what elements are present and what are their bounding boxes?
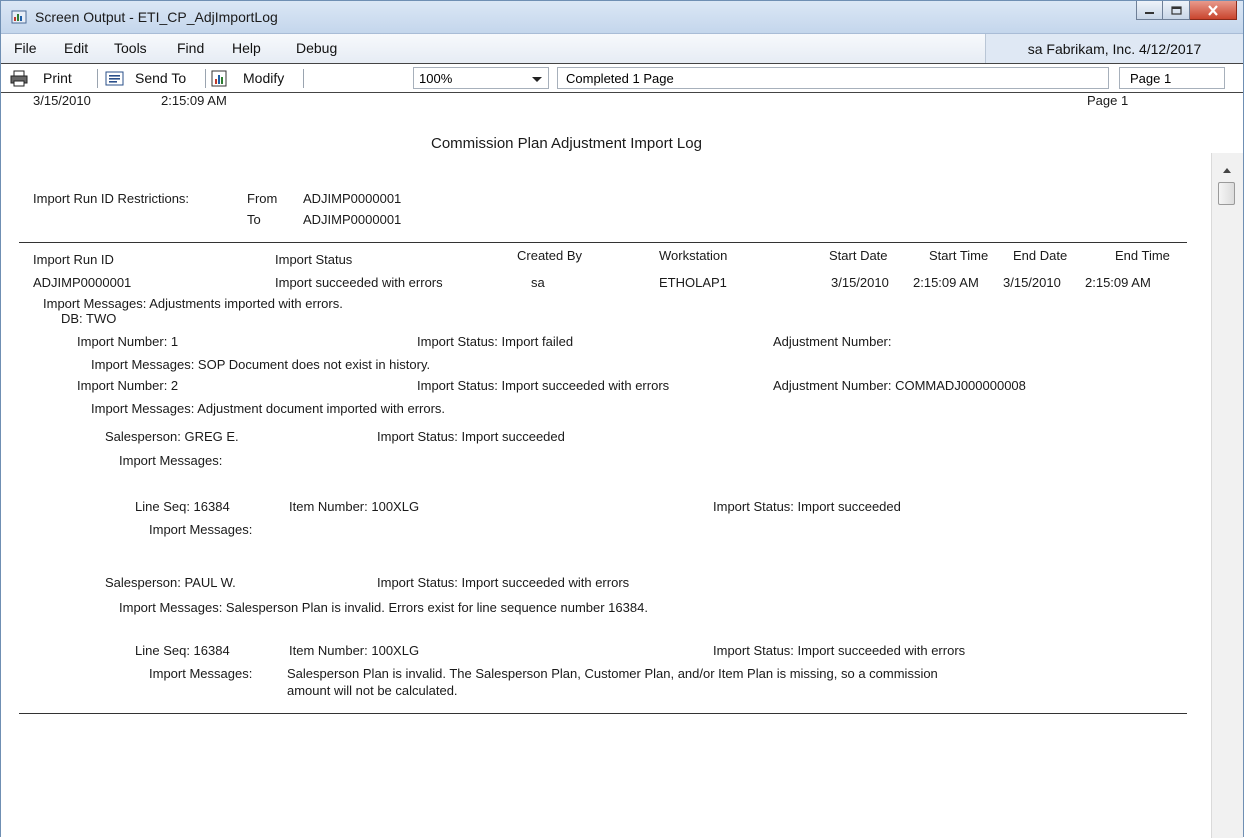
line-seq: Line Seq: 16384 (135, 643, 230, 658)
header-divider (19, 242, 1187, 243)
line-messages-label: Import Messages: (149, 666, 253, 681)
run-start-time: 2:15:09 AM (913, 275, 979, 290)
item-number: Item Number: 100XLG (289, 643, 420, 658)
salesperson-messages: Import Messages: (119, 453, 223, 468)
to-label: To (247, 212, 261, 227)
run-workstation: ETHOLAP1 (659, 275, 727, 290)
menu-file[interactable]: File (14, 40, 37, 56)
report-page: 3/15/2010 2:15:09 AM Page 1 Commission P… (1, 93, 1211, 838)
run-id: ADJIMP0000001 (33, 275, 132, 290)
salesperson: Salesperson: PAUL W. (105, 575, 236, 590)
vertical-scrollbar[interactable] (1211, 153, 1243, 838)
toolbar-separator (97, 69, 98, 88)
zoom-value: 100% (419, 71, 453, 86)
import-status: Import Status: Import succeeded with err… (417, 378, 670, 393)
report-window-icon (11, 10, 27, 24)
print-button[interactable]: Print (43, 70, 72, 86)
line-messages: Import Messages: (149, 522, 253, 537)
scroll-thumb[interactable] (1218, 182, 1235, 205)
column-header: Import Run ID (33, 252, 114, 267)
import-number: Import Number: 1 (77, 334, 179, 349)
salesperson-status: Import Status: Import succeeded (377, 429, 565, 444)
send-document-icon[interactable] (105, 71, 124, 86)
minimize-icon[interactable] (1136, 1, 1163, 20)
status-text: Completed 1 Page (566, 71, 674, 86)
run-start-date: 3/15/2010 (831, 275, 889, 290)
from-label: From (247, 191, 278, 206)
line-messages-text: Salesperson Plan is invalid. The Salespe… (287, 666, 938, 681)
page-indicator: Page 1 (1130, 71, 1172, 86)
column-header: End Date (1013, 248, 1068, 263)
item-number: Item Number: 100XLG (289, 499, 420, 514)
close-icon[interactable] (1190, 1, 1237, 20)
printer-icon[interactable] (10, 70, 28, 87)
window-title: Screen Output - ETI_CP_AdjImportLog (35, 9, 278, 25)
import-messages: Import Messages: SOP Document does not e… (91, 357, 431, 372)
status-field: Completed 1 Page (557, 67, 1109, 89)
run-created-by: sa (531, 275, 545, 290)
menu-debug[interactable]: Debug (296, 40, 337, 56)
toolbar-separator (205, 69, 206, 88)
user-company-date: sa Fabrikam, Inc. 4/12/2017 (985, 34, 1243, 63)
menu-tools[interactable]: Tools (114, 40, 147, 56)
run-end-date: 3/15/2010 (1003, 275, 1061, 290)
to-value: ADJIMP0000001 (303, 212, 402, 227)
run-messages: Import Messages: Adjustments imported wi… (43, 296, 343, 311)
from-value: ADJIMP0000001 (303, 191, 402, 206)
salesperson-status: Import Status: Import succeeded with err… (377, 575, 630, 590)
column-header: Created By (517, 248, 583, 263)
report-page-number: Page 1 (1087, 93, 1129, 108)
window-controls (1136, 1, 1237, 21)
maximize-icon[interactable] (1163, 1, 1190, 20)
salesperson-messages: Import Messages: Salesperson Plan is inv… (119, 600, 648, 615)
screen-output-window: Screen Output - ETI_CP_AdjImportLog File… (0, 0, 1244, 838)
run-status: Import succeeded with errors (275, 275, 443, 290)
column-header: Workstation (659, 248, 728, 263)
footer-divider (19, 713, 1187, 714)
toolbar-separator (303, 69, 304, 88)
menu-strip: File Edit Tools Find Help Debug sa Fabri… (1, 34, 1243, 64)
send-to-button[interactable]: Send To (135, 70, 186, 86)
title-bar[interactable]: Screen Output - ETI_CP_AdjImportLog (1, 1, 1243, 34)
import-status: Import Status: Import failed (417, 334, 574, 349)
db-label: DB: TWO (61, 311, 117, 326)
report-toolbar: Print Send To Modify 100% Completed 1 Pa… (1, 63, 1243, 93)
line-seq: Line Seq: 16384 (135, 499, 230, 514)
adjustment-number: Adjustment Number: (773, 334, 892, 349)
run-end-time: 2:15:09 AM (1085, 275, 1151, 290)
report-date: 3/15/2010 (33, 93, 91, 108)
column-header: Start Date (829, 248, 888, 263)
line-status: Import Status: Import succeeded with err… (713, 643, 966, 658)
report-time: 2:15:09 AM (161, 93, 227, 108)
menu-help[interactable]: Help (232, 40, 261, 56)
menu-find[interactable]: Find (177, 40, 204, 56)
report-title: Commission Plan Adjustment Import Log (431, 135, 702, 152)
salesperson: Salesperson: GREG E. (105, 429, 239, 444)
page-indicator-field: Page 1 (1119, 67, 1225, 89)
adjustment-number: Adjustment Number: COMMADJ000000008 (773, 378, 1026, 393)
modify-button[interactable]: Modify (243, 70, 284, 86)
modify-report-icon[interactable] (211, 70, 227, 87)
import-number: Import Number: 2 (77, 378, 179, 393)
line-messages-text: amount will not be calculated. (287, 683, 458, 698)
scroll-up-icon[interactable] (1223, 168, 1231, 173)
column-header: Start Time (929, 248, 989, 263)
zoom-select[interactable]: 100% (413, 67, 549, 89)
menu-edit[interactable]: Edit (64, 40, 88, 56)
column-header: Import Status (275, 252, 353, 267)
column-header: End Time (1115, 248, 1170, 263)
chevron-down-icon[interactable] (532, 77, 542, 82)
line-status: Import Status: Import succeeded (713, 499, 901, 514)
restrictions-label: Import Run ID Restrictions: (33, 191, 190, 206)
import-messages: Import Messages: Adjustment document imp… (91, 401, 446, 416)
